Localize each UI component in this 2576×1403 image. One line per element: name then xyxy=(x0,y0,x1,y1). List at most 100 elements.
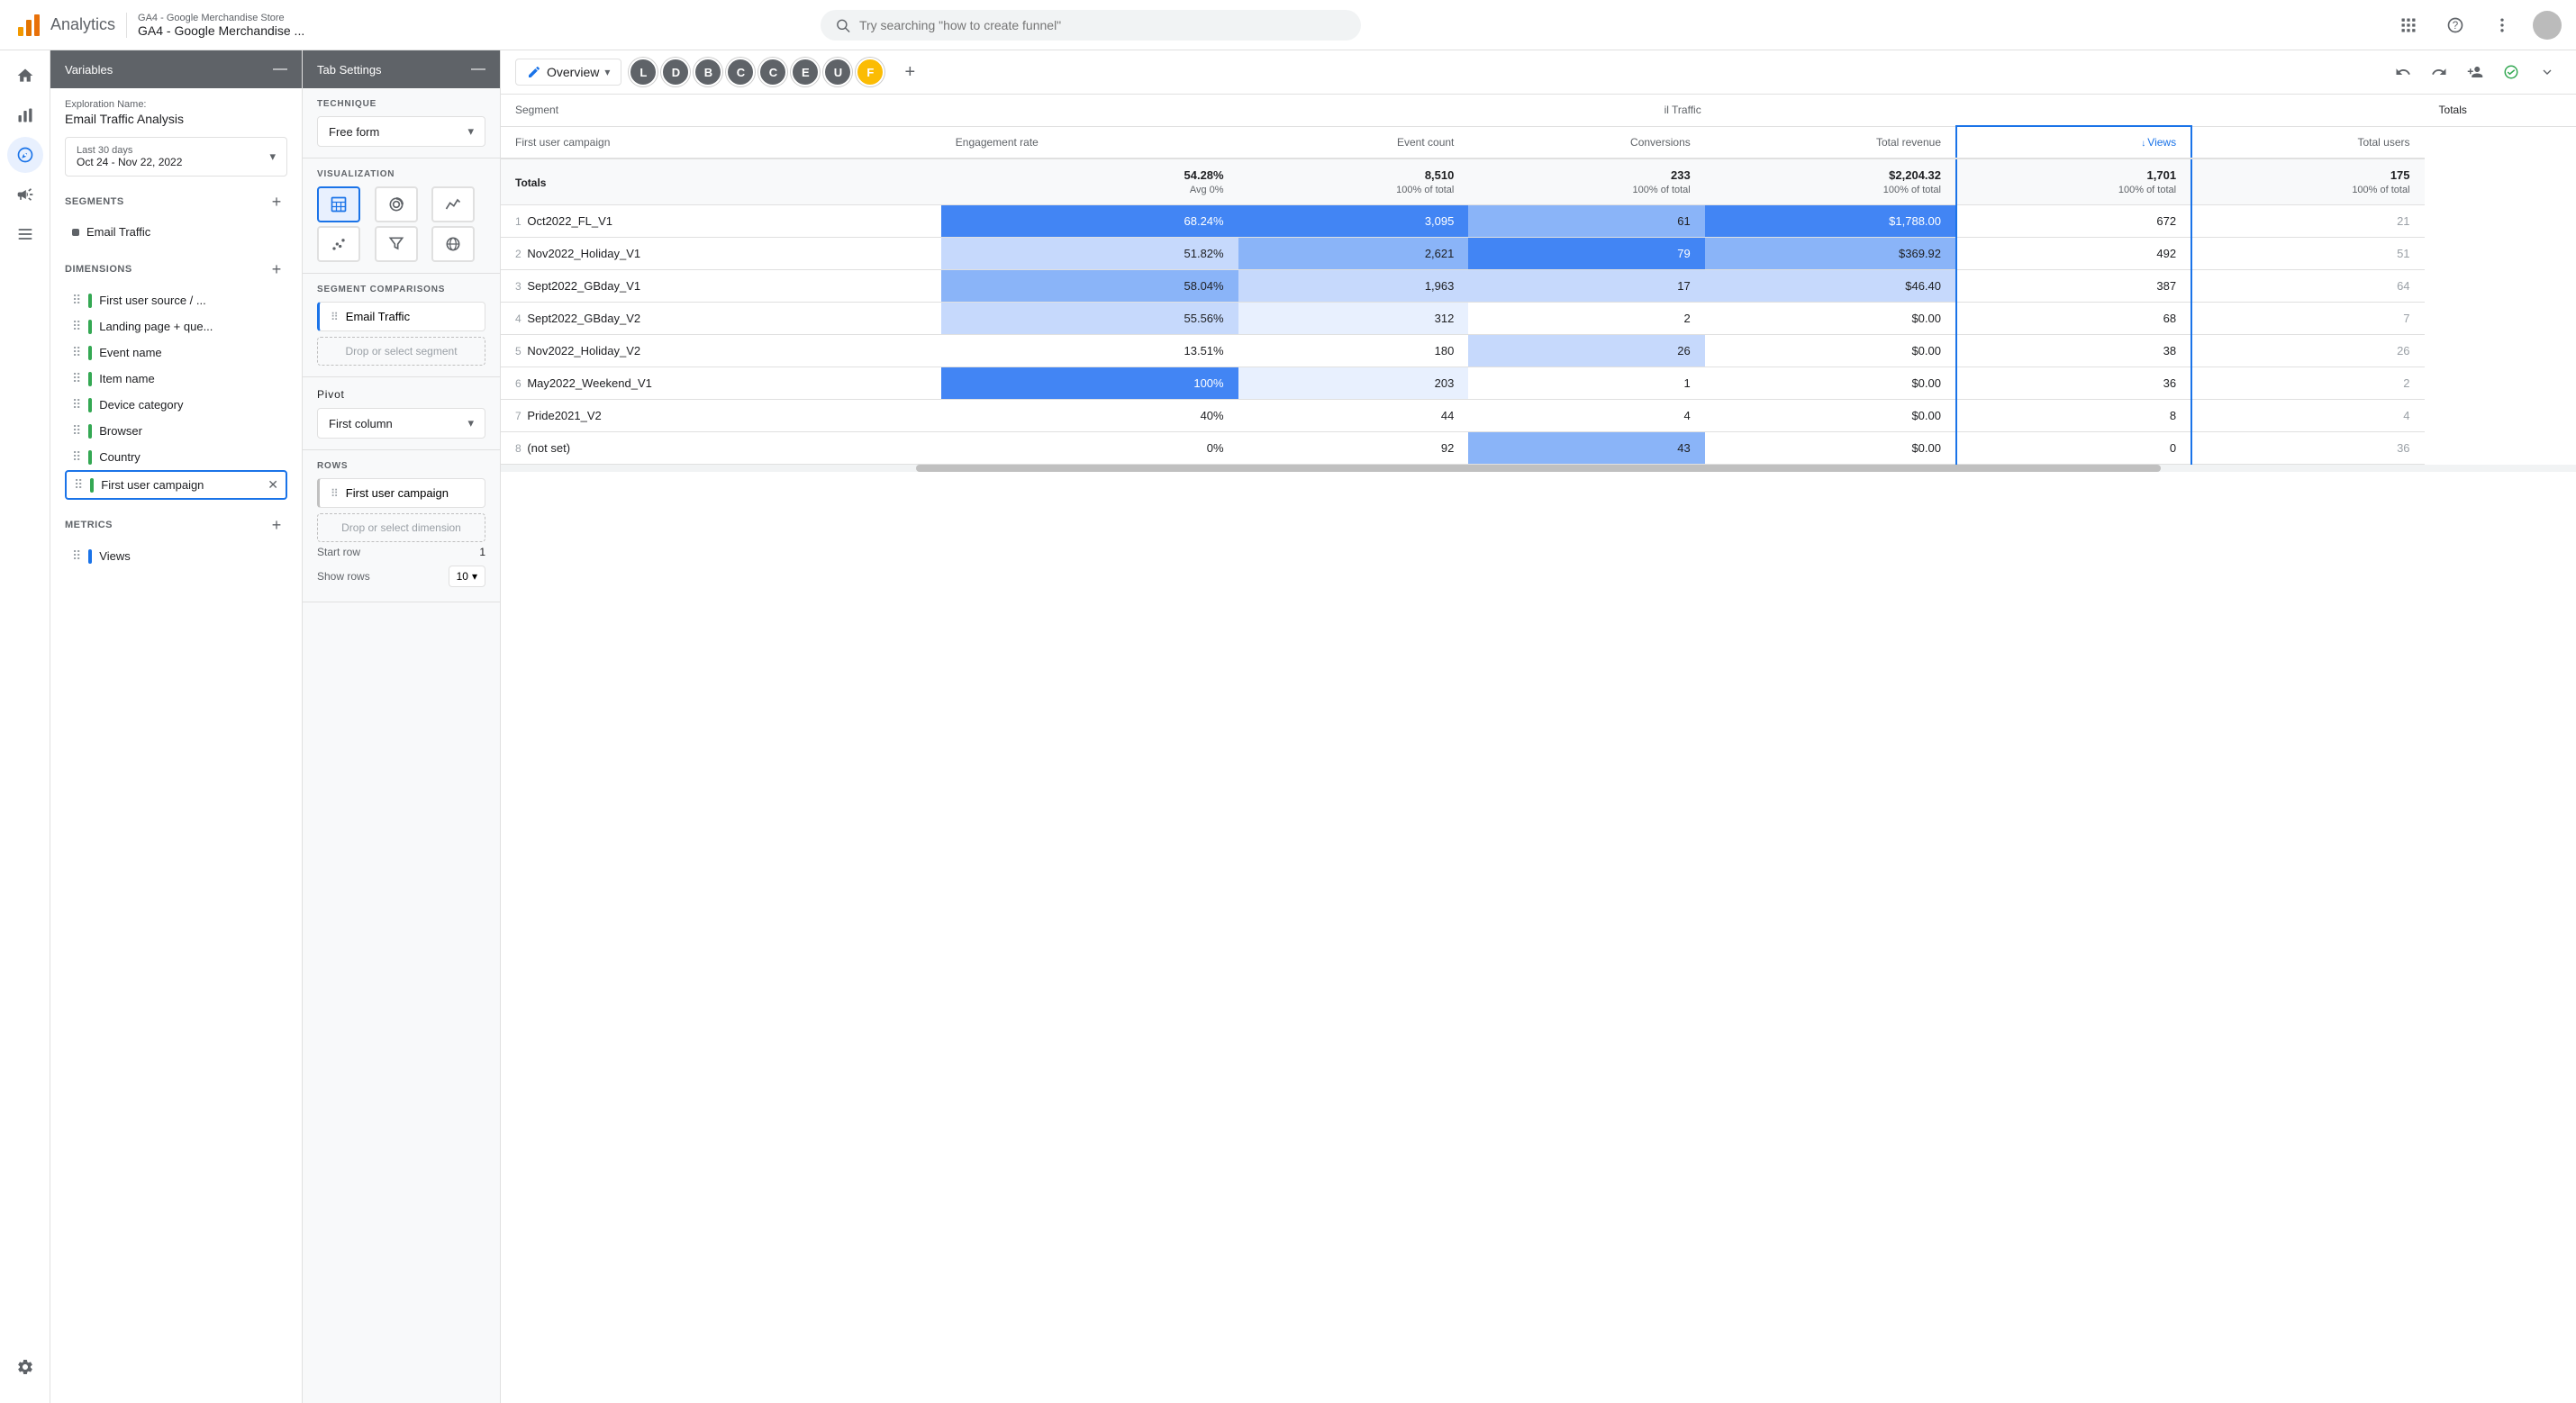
sidebar-advertising-button[interactable] xyxy=(7,177,43,213)
tab-settings-panel-minimize-button[interactable]: — xyxy=(471,61,485,77)
conversions-cell: 79 xyxy=(1468,238,1704,270)
add-segment-button[interactable]: + xyxy=(266,191,287,213)
viz-line-button[interactable] xyxy=(431,186,475,222)
sidebar-configure-button[interactable] xyxy=(7,216,43,252)
engagement-rate-cell: 40% xyxy=(941,400,1238,432)
chevron-down-button[interactable] xyxy=(2533,58,2562,86)
viz-donut-button[interactable] xyxy=(375,186,418,222)
pencil-icon xyxy=(527,65,541,79)
pivot-dropdown[interactable]: First column ▾ xyxy=(317,408,485,439)
help-icon-button[interactable]: ? xyxy=(2439,9,2472,41)
technique-dropdown[interactable]: Free form ▾ xyxy=(317,116,485,147)
event-count-cell: 203 xyxy=(1238,367,1469,400)
date-range-picker[interactable]: Last 30 days Oct 24 - Nov 22, 2022 ▾ xyxy=(65,137,287,177)
conversions-header[interactable]: Conversions xyxy=(1468,126,1704,158)
sidebar-home-button[interactable] xyxy=(7,58,43,94)
user-bubble[interactable]: E xyxy=(791,58,820,86)
sidebar-explore-button[interactable] xyxy=(7,137,43,173)
total-revenue-header[interactable]: Total revenue xyxy=(1705,126,1956,158)
data-table-container[interactable]: Segment il Traffic Totals First user cam… xyxy=(501,95,2576,1403)
table-row[interactable]: 3 Sept2022_GBday_V1 58.04% 1,963 17 $46.… xyxy=(501,270,2576,303)
totals-total-revenue: $2,204.32100% of total xyxy=(1705,158,1956,205)
user-bubble[interactable]: L xyxy=(629,58,658,86)
person-add-icon xyxy=(2467,64,2483,80)
drag-handle-icon: ⠿ xyxy=(72,548,81,564)
dimension-item[interactable]: ⠿Browser xyxy=(65,418,287,444)
user-bubble[interactable]: C xyxy=(726,58,755,86)
horizontal-scrollbar[interactable] xyxy=(501,465,2576,472)
table-row[interactable]: 2 Nov2022_Holiday_V1 51.82% 2,621 79 $36… xyxy=(501,238,2576,270)
dimension-color-bar xyxy=(88,398,92,412)
search-input[interactable] xyxy=(859,18,1347,32)
metrics-section-header: METRICS + xyxy=(65,514,287,536)
event-count-header[interactable]: Event count xyxy=(1238,126,1469,158)
viz-table-button[interactable] xyxy=(317,186,360,222)
app-logo[interactable]: Analytics xyxy=(14,11,115,40)
top-nav-left: Analytics GA4 - Google Merchandise Store… xyxy=(14,11,304,40)
total-revenue-cell: $0.00 xyxy=(1705,432,1956,465)
segment-comparison-item[interactable]: ⠿ Email Traffic xyxy=(317,302,485,331)
add-metric-button[interactable]: + xyxy=(266,514,287,536)
views-cell: 8 xyxy=(1956,400,2191,432)
apps-icon-button[interactable] xyxy=(2392,9,2425,41)
rows-item[interactable]: ⠿ First user campaign xyxy=(317,478,485,508)
analytics-logo-icon xyxy=(14,11,43,40)
dimension-item[interactable]: ⠿First user source / ... xyxy=(65,287,287,313)
total-users-header[interactable]: Total users xyxy=(2191,126,2424,158)
overview-tab[interactable]: Overview ▾ xyxy=(515,59,621,86)
user-bubble[interactable]: C xyxy=(758,58,787,86)
show-rows-dropdown[interactable]: 10 ▾ xyxy=(449,566,485,587)
user-bubble[interactable]: U xyxy=(823,58,852,86)
scatter-icon xyxy=(330,235,348,253)
undo-button[interactable] xyxy=(2389,58,2417,86)
viz-scatter-button[interactable] xyxy=(317,226,360,262)
drop-segment-zone[interactable]: Drop or select segment xyxy=(317,337,485,366)
user-avatar[interactable] xyxy=(2533,11,2562,40)
first-user-campaign-header[interactable]: First user campaign xyxy=(501,126,941,158)
total-users-cell: 7 xyxy=(2191,303,2424,335)
views-cell: 68 xyxy=(1956,303,2191,335)
table-row[interactable]: 8 (not set) 0% 92 43 $0.00 0 36 xyxy=(501,432,2576,465)
dimension-item[interactable]: ⠿Landing page + que... xyxy=(65,313,287,339)
dimension-item-label: Country xyxy=(99,450,280,464)
search-bar[interactable] xyxy=(821,10,1361,41)
dimension-item[interactable]: ⠿Item name xyxy=(65,366,287,392)
user-bubble[interactable]: B xyxy=(694,58,722,86)
visualization-grid xyxy=(317,186,485,262)
table-row[interactable]: 1 Oct2022_FL_V1 68.24% 3,095 61 $1,788.0… xyxy=(501,205,2576,238)
segment-comparisons-section: SEGMENT COMPARISONS ⠿ Email Traffic Drop… xyxy=(303,274,500,377)
rows-item-label: First user campaign xyxy=(346,486,449,500)
user-bubble[interactable]: D xyxy=(661,58,690,86)
drop-dimension-zone[interactable]: Drop or select dimension xyxy=(317,513,485,542)
close-icon[interactable]: ✕ xyxy=(268,477,278,493)
engagement-rate-header[interactable]: Engagement rate xyxy=(941,126,1238,158)
views-cell: 38 xyxy=(1956,335,2191,367)
table-row[interactable]: 5 Nov2022_Holiday_V2 13.51% 180 26 $0.00… xyxy=(501,335,2576,367)
dimension-item[interactable]: ⠿Country xyxy=(65,444,287,470)
viz-filter-button[interactable] xyxy=(375,226,418,262)
segment-item[interactable]: Email Traffic xyxy=(65,220,287,244)
add-dimension-button[interactable]: + xyxy=(266,258,287,280)
user-bubble[interactable]: F xyxy=(856,58,884,86)
search-icon xyxy=(835,17,850,33)
sidebar-reports-button[interactable] xyxy=(7,97,43,133)
views-header[interactable]: ↓Views xyxy=(1956,126,2191,158)
viz-globe-button[interactable] xyxy=(431,226,475,262)
more-vert-icon-button[interactable] xyxy=(2486,9,2518,41)
variables-panel-minimize-button[interactable]: — xyxy=(273,61,287,77)
dimension-item[interactable]: ⠿First user campaign✕ xyxy=(65,470,287,500)
sidebar-settings-button[interactable] xyxy=(7,1349,43,1385)
check-circle-button[interactable] xyxy=(2497,58,2526,86)
table-row[interactable]: 7 Pride2021_V2 40% 44 4 $0.00 8 4 xyxy=(501,400,2576,432)
dimension-item[interactable]: ⠿Device category xyxy=(65,392,287,418)
redo-button[interactable] xyxy=(2425,58,2454,86)
table-row[interactable]: 6 May2022_Weekend_V1 100% 203 1 $0.00 36… xyxy=(501,367,2576,400)
add-user-button[interactable] xyxy=(2461,58,2490,86)
scrollbar-thumb[interactable] xyxy=(916,465,2161,472)
total-users-cell: 64 xyxy=(2191,270,2424,303)
table-row[interactable]: 4 Sept2022_GBday_V2 55.56% 312 2 $0.00 6… xyxy=(501,303,2576,335)
metric-item[interactable]: ⠿Views xyxy=(65,543,287,569)
metrics-list: ⠿Views xyxy=(65,543,287,569)
dimension-item[interactable]: ⠿Event name xyxy=(65,339,287,366)
add-tab-button[interactable]: + xyxy=(895,58,924,86)
